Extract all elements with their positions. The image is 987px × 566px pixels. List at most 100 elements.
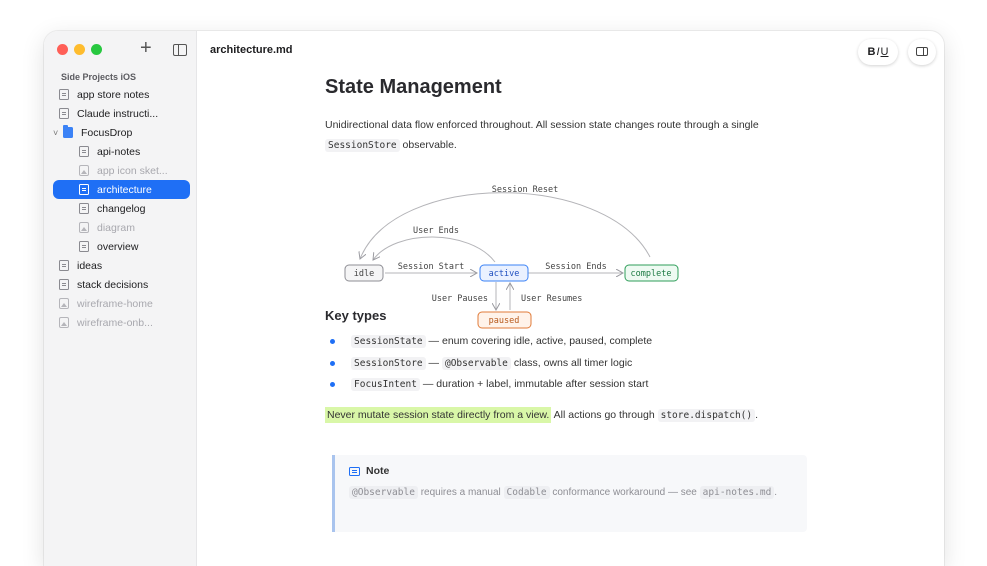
node-active: active xyxy=(489,269,520,279)
sidebar-item-label: overview xyxy=(97,240,139,253)
list-item-text: enum covering idle, active, paused, comp… xyxy=(441,335,653,347)
sidebar-item-wireframe-onb[interactable]: wireframe-onb... xyxy=(53,313,190,332)
list-item-text: class, owns all timer logic xyxy=(510,356,633,369)
note-text: conformance workaround — see xyxy=(549,487,700,498)
label-session-start: Session Start xyxy=(398,262,465,272)
image-icon xyxy=(79,165,89,176)
document-icon xyxy=(59,89,69,100)
sidebar-item-label: Claude instructi... xyxy=(77,107,159,120)
sidebar-item-label: wireframe-home xyxy=(77,297,153,310)
list-item: SessionStore — @Observable class, owns a… xyxy=(325,353,815,375)
sidebar-item-wireframe-home[interactable]: wireframe-home xyxy=(53,294,190,313)
intro-text: Unidirectional data flow enforced throug… xyxy=(325,119,759,131)
inline-code: @Observable xyxy=(441,356,511,370)
sidebar-item-changelog[interactable]: changelog xyxy=(53,199,190,218)
zoom-window-button[interactable] xyxy=(91,44,102,55)
sidebar: + Side Projects iOS app store notes Claud… xyxy=(44,31,197,566)
document-icon xyxy=(59,260,69,271)
document-icon xyxy=(79,184,89,195)
image-icon xyxy=(79,222,89,233)
note-callout: Note @Observable requires a manual Codab… xyxy=(332,455,807,532)
document-icon xyxy=(59,279,69,290)
bold-icon[interactable]: B xyxy=(868,46,876,58)
list-item: SessionState — enum covering idle, activ… xyxy=(325,331,815,353)
inline-code: FocusIntent xyxy=(351,378,420,391)
sidebar-toggle-icon[interactable] xyxy=(173,44,187,56)
highlighted-text: Never mutate session state directly from… xyxy=(325,407,552,423)
image-icon xyxy=(59,317,69,328)
sidebar-item-api-notes[interactable]: api-notes xyxy=(53,142,190,161)
sidebar-section-title: Side Projects iOS xyxy=(61,72,137,82)
sidebar-item-stack-decisions[interactable]: stack decisions xyxy=(53,275,190,294)
italic-icon[interactable]: I xyxy=(876,46,879,58)
document-icon xyxy=(79,241,89,252)
underline-icon[interactable]: U xyxy=(881,46,889,58)
new-note-plus-icon[interactable]: + xyxy=(140,38,152,58)
note-title: Note xyxy=(366,465,390,477)
edge-session-reset xyxy=(360,192,651,259)
sidebar-item-label: api-notes xyxy=(97,145,141,158)
warning-text: All actions go through xyxy=(551,409,658,421)
folder-icon xyxy=(63,125,73,138)
document-title: architecture.md xyxy=(210,44,293,56)
sidebar-item-label: ideas xyxy=(77,259,103,272)
document-icon xyxy=(79,146,89,157)
sidebar-item-app-icon-sket[interactable]: app icon sket... xyxy=(53,161,190,180)
app-window: + Side Projects iOS app store notes Claud… xyxy=(44,31,944,566)
close-window-button[interactable] xyxy=(57,44,68,55)
node-complete: complete xyxy=(631,269,672,279)
intro-text-end: observable. xyxy=(399,139,457,151)
note-icon xyxy=(349,466,360,476)
inline-code: SessionState xyxy=(351,335,426,348)
note-text: requires a manual xyxy=(417,487,504,498)
sidebar-file-list: app store notes Claude instructi... ˅ Focus… xyxy=(53,85,190,332)
page-title: State Management xyxy=(325,76,502,98)
sidebar-item-label: wireframe-onb... xyxy=(77,316,153,329)
sidebar-item-label: changelog xyxy=(97,202,146,215)
label-user-ends: User Ends xyxy=(413,226,459,236)
document-icon xyxy=(79,203,89,214)
list-item-text: duration + label, immutable after sessio… xyxy=(436,378,649,390)
node-idle: idle xyxy=(354,269,374,279)
inline-code: @Observable xyxy=(349,486,418,499)
note-text: . xyxy=(774,487,778,498)
sidebar-item-app-store-notes[interactable]: app store notes xyxy=(53,85,190,104)
document-icon xyxy=(59,108,69,119)
list-item-separator: — xyxy=(425,335,442,347)
list-item-separator: — xyxy=(425,356,442,369)
label-user-pauses: User Pauses xyxy=(432,294,488,304)
sidebar-item-label: architecture xyxy=(97,183,152,196)
sidebar-item-claude-instructi[interactable]: Claude instructi... xyxy=(53,104,190,123)
chevron-down-icon[interactable]: ˅ xyxy=(53,128,61,138)
sidebar-item-ideas[interactable]: ideas xyxy=(53,256,190,275)
text-format-button[interactable]: BIU xyxy=(858,39,898,65)
edge-user-ends xyxy=(373,236,496,263)
list-item-separator: — xyxy=(419,378,437,390)
label-session-ends: Session Ends xyxy=(545,262,606,272)
sidebar-item-diagram[interactable]: diagram xyxy=(53,218,190,237)
sidebar-item-focusdrop[interactable]: ˅ FocusDrop xyxy=(53,123,190,142)
sidebar-item-overview[interactable]: overview xyxy=(53,237,190,256)
list-item: FocusIntent — duration + label, immutabl… xyxy=(325,374,815,396)
sidebar-item-label: FocusDrop xyxy=(81,126,133,139)
editor-pane: architecture.md BIU State Management Uni… xyxy=(197,31,944,566)
inspector-panel-icon[interactable] xyxy=(908,39,936,65)
sidebar-item-architecture[interactable]: architecture xyxy=(53,180,190,199)
sidebar-item-label: app store notes xyxy=(77,88,150,101)
section-heading-key-types: Key types xyxy=(325,308,387,323)
sidebar-item-label: diagram xyxy=(97,221,135,234)
intro-paragraph: Unidirectional data flow enforced throug… xyxy=(325,115,815,156)
note-body: @Observable requires a manual Codable co… xyxy=(349,483,789,503)
minimize-window-button[interactable] xyxy=(74,44,85,55)
node-paused: paused xyxy=(489,316,520,326)
inline-code: Codable xyxy=(503,486,550,499)
label-user-resumes: User Resumes xyxy=(521,294,582,304)
window-controls xyxy=(57,44,102,55)
inline-code: store.dispatch() xyxy=(657,409,756,422)
label-session-reset: Session Reset xyxy=(492,185,559,195)
image-icon xyxy=(59,298,69,309)
inline-code: SessionStore xyxy=(325,139,400,152)
sidebar-item-label: stack decisions xyxy=(77,278,149,291)
inline-code: api-notes.md xyxy=(699,486,775,499)
warning-text-end: . xyxy=(755,409,759,421)
